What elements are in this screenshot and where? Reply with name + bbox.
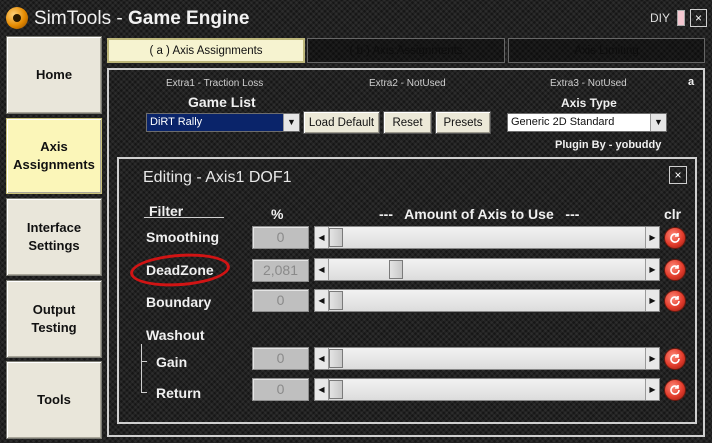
return-clear-button[interactable] [664, 379, 686, 401]
return-value[interactable]: 0 [252, 378, 309, 401]
return-slider[interactable]: ◀ ▶ [314, 378, 660, 401]
chevron-down-icon[interactable]: ▼ [283, 114, 299, 131]
nav-home-button[interactable]: Home [6, 36, 102, 114]
slider-thumb[interactable] [389, 260, 404, 279]
slider-thumb[interactable] [329, 291, 343, 310]
simtools-logo-icon [6, 7, 28, 29]
amount-header: --- Amount of Axis to Use --- [379, 206, 580, 222]
load-default-button[interactable]: Load Default [303, 111, 380, 134]
panel-corner-label: a [688, 76, 695, 88]
axis-type-select[interactable]: Generic 2D Standard ▼ [507, 113, 667, 132]
game-list-value: DiRT Rally [150, 116, 203, 128]
gain-label: Gain [156, 354, 188, 370]
smoothing-value[interactable]: 0 [252, 226, 309, 249]
presets-button[interactable]: Presets [435, 111, 491, 134]
reset-button[interactable]: Reset [383, 111, 432, 134]
app-title-bold: Game Engine [127, 8, 250, 29]
refresh-icon [670, 265, 680, 275]
editing-close-button[interactable]: × [669, 166, 687, 184]
washout-label: Washout [146, 327, 205, 343]
slider-thumb[interactable] [329, 380, 343, 399]
percent-header: % [271, 206, 284, 222]
axis-type-value: Generic 2D Standard [511, 116, 615, 128]
refresh-icon [670, 385, 680, 395]
refresh-icon [670, 296, 680, 306]
washout-bracket [141, 344, 142, 392]
tab-axis-assignments-a[interactable]: ( a ) Axis Assignments [107, 38, 305, 63]
app-title: SimTools - Game Engine [34, 8, 249, 30]
extra3-label: Extra3 - NotUsed [550, 78, 627, 89]
slider-thumb[interactable] [329, 228, 343, 247]
boundary-slider[interactable]: ◀ ▶ [314, 289, 660, 312]
arrow-right-icon[interactable]: ▶ [645, 348, 659, 369]
arrow-right-icon[interactable]: ▶ [645, 290, 659, 311]
clr-header: clr [664, 206, 682, 222]
filter-underline [144, 217, 224, 218]
washout-tick [141, 392, 147, 393]
plugin-by-label: Plugin By - yobuddy [555, 139, 662, 151]
arrow-right-icon[interactable]: ▶ [645, 259, 659, 280]
title-bar: SimTools - Game Engine DIY × [0, 0, 712, 34]
refresh-icon [670, 233, 680, 243]
chevron-down-icon[interactable]: ▼ [650, 114, 666, 131]
diy-toggle[interactable] [677, 10, 685, 26]
nav-tools-button[interactable]: Tools [6, 361, 102, 439]
deadzone-value[interactable]: 2,081 [252, 259, 309, 282]
arrow-left-icon[interactable]: ◀ [315, 348, 329, 369]
arrow-left-icon[interactable]: ◀ [315, 379, 329, 400]
gain-slider[interactable]: ◀ ▶ [314, 347, 660, 370]
gain-clear-button[interactable] [664, 348, 686, 370]
refresh-icon [670, 354, 680, 364]
window-close-button[interactable]: × [690, 9, 707, 27]
axis-type-label: Axis Type [561, 96, 617, 110]
gain-value[interactable]: 0 [252, 347, 309, 370]
washout-tick [141, 361, 147, 362]
extra1-label: Extra1 - Traction Loss [166, 78, 264, 89]
boundary-label: Boundary [146, 294, 212, 310]
arrow-right-icon[interactable]: ▶ [645, 227, 659, 248]
tab-axis-limiting[interactable]: Axis Limiting [508, 38, 705, 63]
boundary-value[interactable]: 0 [252, 289, 309, 312]
game-list-label: Game List [188, 94, 256, 110]
slider-thumb[interactable] [329, 349, 343, 368]
extra2-label: Extra2 - NotUsed [369, 78, 446, 89]
app-title-prefix: SimTools - [34, 8, 128, 29]
game-list-select[interactable]: DiRT Rally ▼ [146, 113, 300, 132]
nav-output-testing-button[interactable]: Output Testing [6, 280, 102, 358]
arrow-left-icon[interactable]: ◀ [315, 259, 329, 280]
return-label: Return [156, 385, 202, 401]
nav-axis-assignments-button[interactable]: Axis Assignments [6, 118, 102, 194]
editing-title: Editing - Axis1 DOF1 [143, 169, 292, 186]
smoothing-clear-button[interactable] [664, 227, 686, 249]
deadzone-clear-button[interactable] [664, 259, 686, 281]
nav-interface-settings-button[interactable]: Interface Settings [6, 198, 102, 276]
tab-axis-assignments-b[interactable]: ( b ) Axis Assignments [307, 38, 505, 63]
smoothing-slider[interactable]: ◀ ▶ [314, 226, 660, 249]
smoothing-label: Smoothing [146, 229, 220, 245]
arrow-left-icon[interactable]: ◀ [315, 290, 329, 311]
arrow-right-icon[interactable]: ▶ [645, 379, 659, 400]
deadzone-slider[interactable]: ◀ ▶ [314, 258, 660, 281]
arrow-left-icon[interactable]: ◀ [315, 227, 329, 248]
boundary-clear-button[interactable] [664, 290, 686, 312]
diy-label: DIY [650, 11, 671, 25]
